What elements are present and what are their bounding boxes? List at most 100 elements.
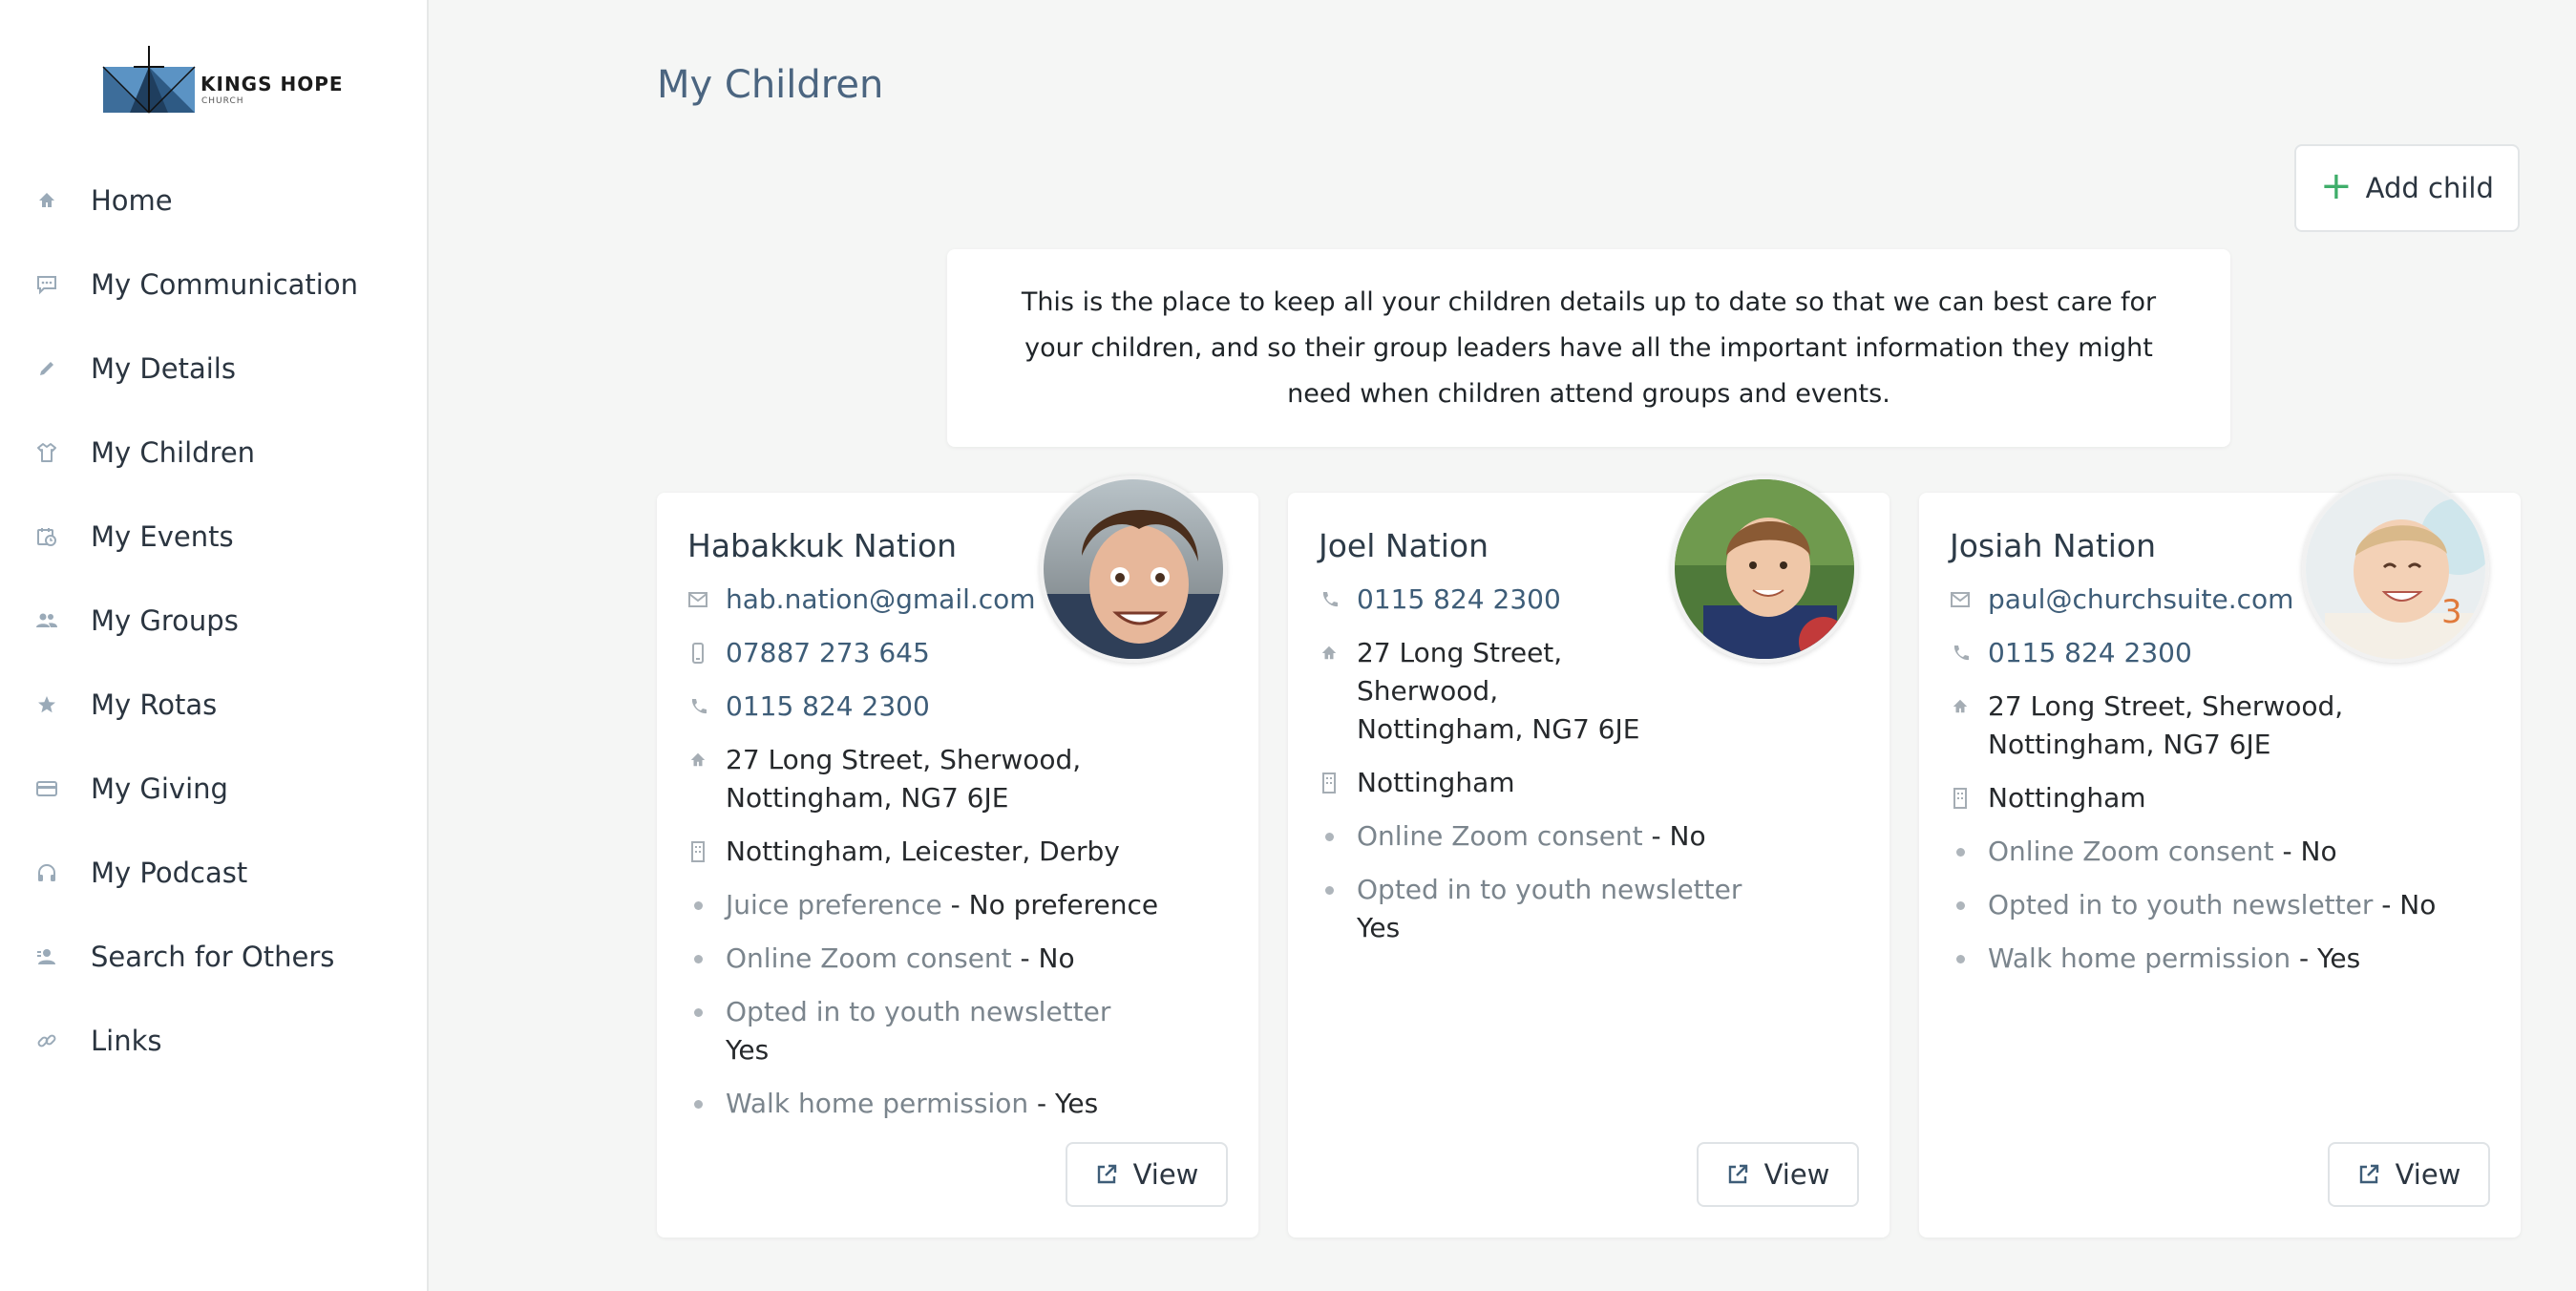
building-icon bbox=[687, 840, 708, 863]
field-value: Yes bbox=[1357, 912, 1401, 943]
envelope-icon bbox=[687, 588, 708, 611]
field-key: Online Zoom consent bbox=[1357, 820, 1643, 852]
child-address: 27 Long Street, Sherwood, Nottingham, NG… bbox=[1357, 637, 1640, 745]
sidebar-item-groups[interactable]: My Groups bbox=[0, 579, 429, 663]
view-button[interactable]: View bbox=[2328, 1142, 2490, 1207]
field-value: - No preference bbox=[941, 889, 1159, 921]
sidebar-item-label: My Children bbox=[91, 436, 256, 469]
field-key: Opted in to youth newsletter bbox=[1988, 889, 2374, 921]
sidebar-item-label: My Details bbox=[91, 352, 236, 385]
address-row: 27 Long Street, Sherwood, Nottingham, NG… bbox=[1319, 634, 1870, 749]
child-sites: Nottingham bbox=[1357, 767, 1515, 798]
child-email[interactable]: hab.nation@gmail.com bbox=[726, 583, 1036, 615]
external-link-icon bbox=[2359, 1164, 2378, 1184]
home-icon bbox=[34, 188, 59, 213]
view-label: View bbox=[2395, 1158, 2461, 1191]
sidebar-item-details[interactable]: My Details bbox=[0, 327, 429, 411]
child-card: Joel Nation 0115 824 2300 27 Long Street… bbox=[1288, 476, 1890, 1238]
home-icon bbox=[1319, 642, 1340, 665]
intro-panel: This is the place to keep all your child… bbox=[947, 249, 2230, 447]
calendar-icon bbox=[34, 524, 59, 549]
add-child-button[interactable]: + Add child bbox=[2294, 144, 2520, 232]
field-value: Yes bbox=[726, 1034, 770, 1066]
email-row[interactable]: hab.nation@gmail.com bbox=[687, 581, 1239, 619]
intro-text: This is the place to keep all your child… bbox=[1021, 286, 2157, 409]
pencil-icon bbox=[34, 356, 59, 381]
plus-icon: + bbox=[2320, 164, 2353, 208]
sidebar-item-label: My Podcast bbox=[91, 857, 248, 889]
child-details: 0115 824 2300 27 Long Street, Sherwood, … bbox=[1319, 581, 1870, 963]
phone-row[interactable]: 0115 824 2300 bbox=[1319, 581, 1870, 619]
building-icon bbox=[1950, 787, 1971, 810]
sidebar-item-label: My Rotas bbox=[91, 688, 218, 721]
phone-row[interactable]: 0115 824 2300 bbox=[687, 688, 1239, 726]
field-value: - Yes bbox=[1028, 1088, 1099, 1119]
sidebar: KINGS HOPE CHURCH Home My Communication … bbox=[0, 0, 429, 1291]
link-icon bbox=[34, 1028, 59, 1053]
phone-icon bbox=[1319, 588, 1340, 611]
home-icon bbox=[1950, 695, 1971, 718]
sidebar-nav: Home My Communication My Details My Chil… bbox=[0, 159, 429, 1083]
email-row[interactable]: paul@churchsuite.com bbox=[1950, 581, 2502, 619]
shirt-icon bbox=[34, 440, 59, 465]
sidebar-item-label: Links bbox=[91, 1025, 162, 1057]
sidebar-item-communication[interactable]: My Communication bbox=[0, 243, 429, 327]
child-email[interactable]: paul@churchsuite.com bbox=[1988, 583, 2293, 615]
sidebar-item-events[interactable]: My Events bbox=[0, 495, 429, 579]
field-value: - No bbox=[1011, 942, 1075, 974]
phone-icon bbox=[1950, 642, 1971, 665]
child-sites: Nottingham, Leicester, Derby bbox=[726, 836, 1120, 867]
sites-row: Nottingham, Leicester, Derby bbox=[687, 833, 1239, 871]
field-row: Opted in to youth newsletter - No bbox=[1950, 886, 2502, 924]
child-details: hab.nation@gmail.com 07887 273 645 0115 … bbox=[687, 581, 1239, 1138]
view-label: View bbox=[1763, 1158, 1830, 1191]
child-phone[interactable]: 0115 824 2300 bbox=[1357, 583, 1561, 615]
field-row: Walk home permission - Yes bbox=[1950, 940, 2502, 978]
sidebar-item-giving[interactable]: My Giving bbox=[0, 747, 429, 831]
chat-icon bbox=[34, 272, 59, 297]
field-row: Online Zoom consent - No bbox=[687, 940, 1239, 978]
headphones-icon bbox=[34, 860, 59, 885]
sidebar-item-label: Search for Others bbox=[91, 941, 335, 973]
sites-row: Nottingham bbox=[1950, 779, 2502, 817]
sidebar-item-rotas[interactable]: My Rotas bbox=[0, 663, 429, 747]
page-title: My Children bbox=[657, 63, 884, 107]
church-logo[interactable]: KINGS HOPE CHURCH bbox=[101, 44, 343, 116]
child-address: 27 Long Street, Sherwood, Nottingham, NG… bbox=[726, 744, 1082, 814]
people-icon bbox=[34, 608, 59, 633]
external-link-icon bbox=[1097, 1164, 1116, 1184]
field-row: Online Zoom consent - No bbox=[1950, 833, 2502, 871]
child-name: Habakkuk Nation bbox=[687, 527, 958, 564]
sidebar-item-label: Home bbox=[91, 184, 173, 217]
field-key: Online Zoom consent bbox=[726, 942, 1012, 974]
brand-name: KINGS HOPE bbox=[201, 73, 344, 95]
mobile-row[interactable]: 07887 273 645 bbox=[687, 634, 1239, 672]
field-key: Online Zoom consent bbox=[1988, 836, 2274, 867]
field-row: Online Zoom consent - No bbox=[1319, 817, 1870, 856]
sidebar-item-home[interactable]: Home bbox=[0, 159, 429, 243]
child-sites: Nottingham bbox=[1988, 782, 2146, 814]
child-address: 27 Long Street, Sherwood, Nottingham, NG… bbox=[1988, 690, 2344, 760]
external-link-icon bbox=[1728, 1164, 1747, 1184]
sidebar-item-label: My Communication bbox=[91, 268, 358, 301]
sidebar-item-podcast[interactable]: My Podcast bbox=[0, 831, 429, 915]
phone-row[interactable]: 0115 824 2300 bbox=[1950, 634, 2502, 672]
field-row: Juice preference - No preference bbox=[687, 886, 1239, 924]
field-row: Opted in to youth newsletter Yes bbox=[1319, 871, 1870, 947]
sidebar-item-children[interactable]: My Children bbox=[0, 411, 429, 495]
view-button[interactable]: View bbox=[1066, 1142, 1228, 1207]
address-row: 27 Long Street, Sherwood, Nottingham, NG… bbox=[687, 741, 1239, 817]
sites-row: Nottingham bbox=[1319, 764, 1870, 802]
home-icon bbox=[687, 749, 708, 772]
child-name: Josiah Nation bbox=[1950, 527, 2157, 564]
child-mobile[interactable]: 07887 273 645 bbox=[726, 637, 930, 668]
card-icon bbox=[34, 776, 59, 801]
view-button[interactable]: View bbox=[1697, 1142, 1859, 1207]
field-value: - No bbox=[1642, 820, 1706, 852]
sidebar-item-links[interactable]: Links bbox=[0, 999, 429, 1083]
field-key: Opted in to youth newsletter bbox=[1357, 874, 1742, 905]
sidebar-item-search-others[interactable]: Search for Others bbox=[0, 915, 429, 999]
child-phone[interactable]: 0115 824 2300 bbox=[1988, 637, 2192, 668]
envelope-icon bbox=[1950, 588, 1971, 611]
child-phone[interactable]: 0115 824 2300 bbox=[726, 690, 930, 722]
